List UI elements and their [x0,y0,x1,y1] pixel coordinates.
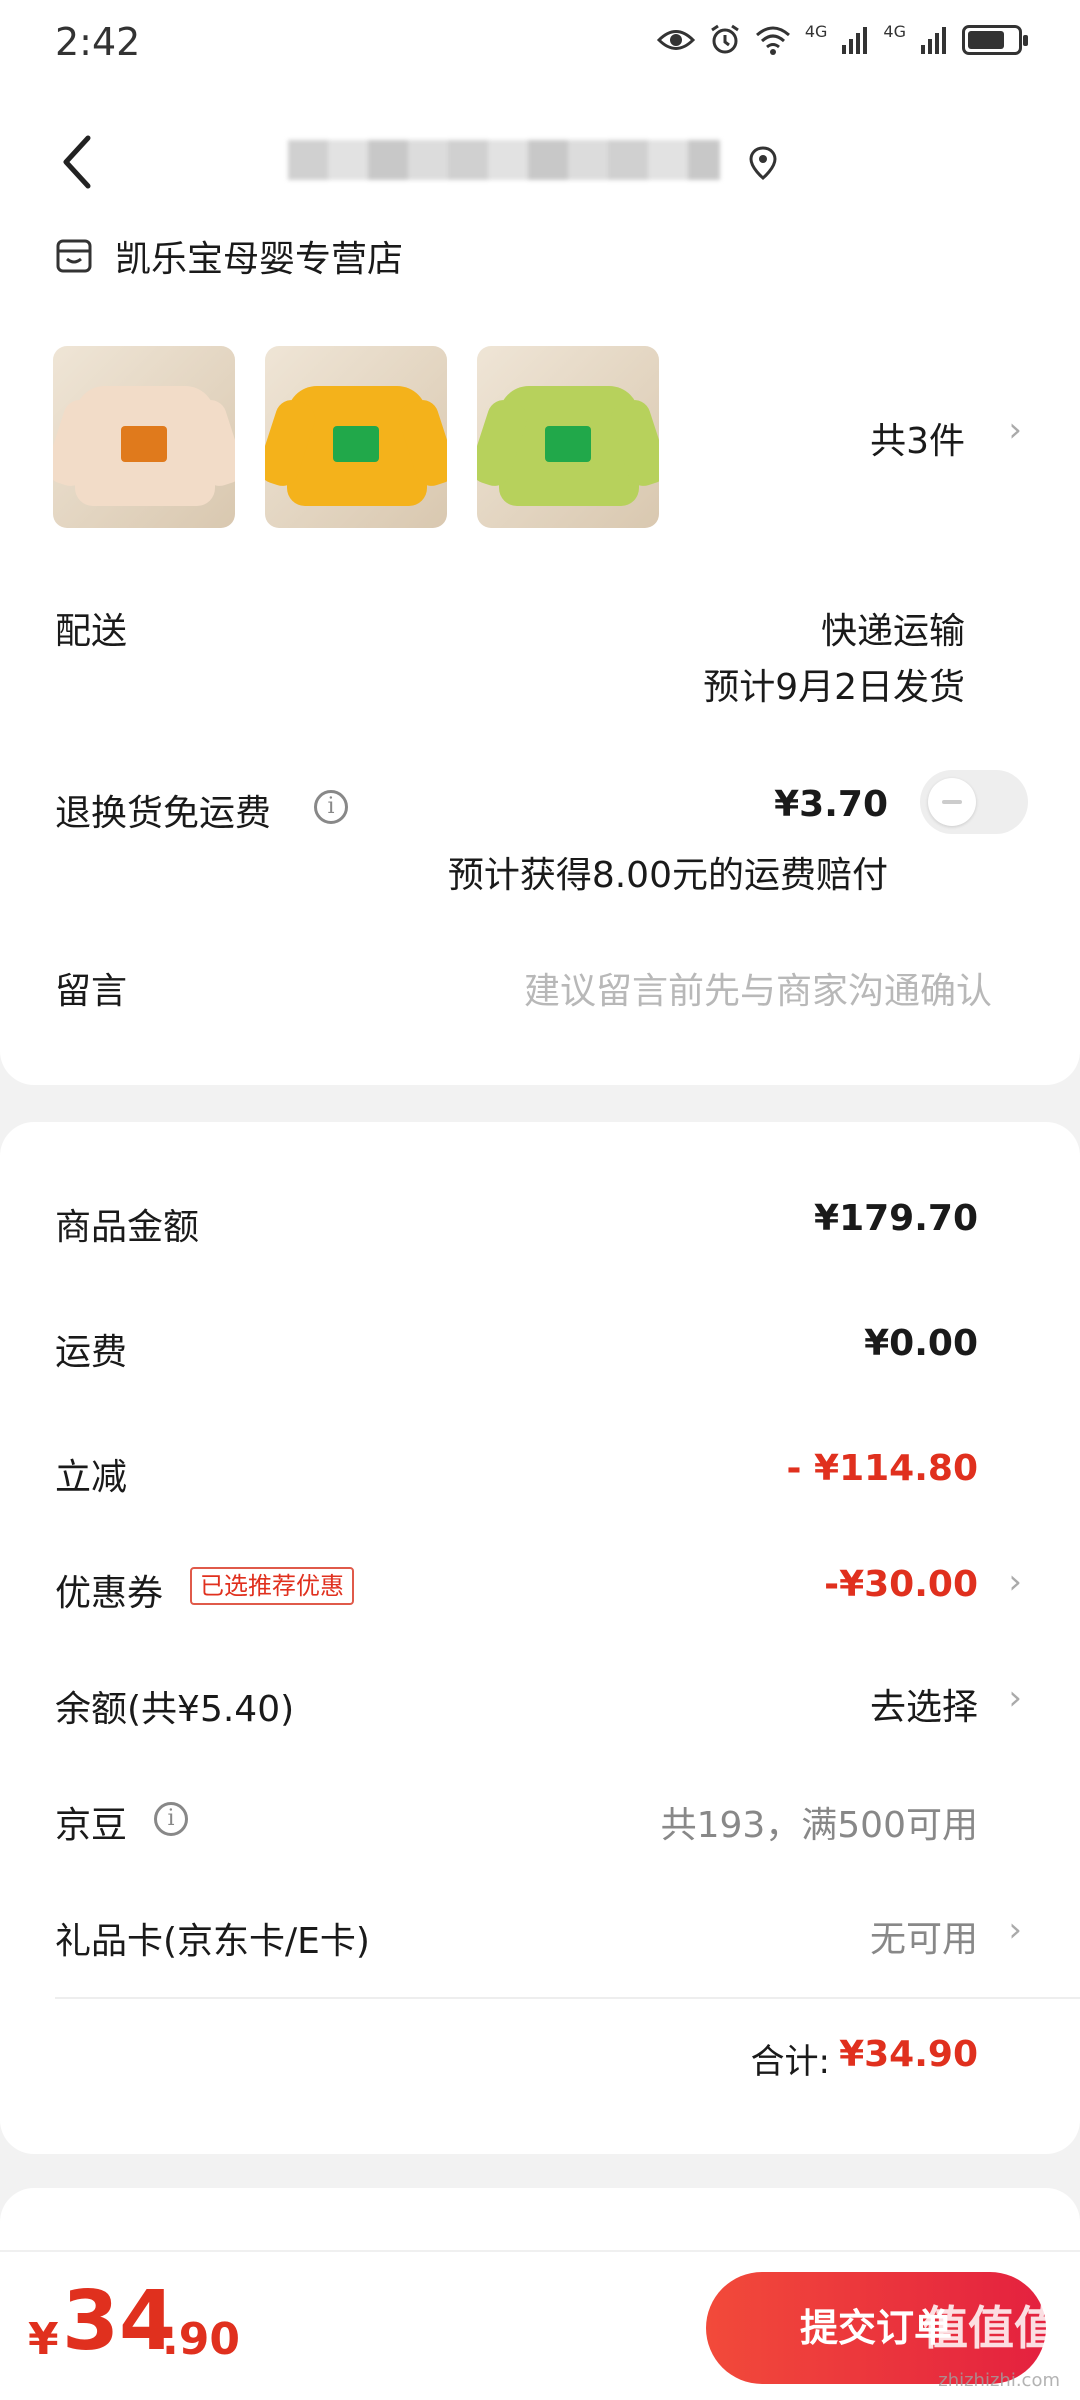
address-blurred[interactable] [288,140,720,180]
toggle-knob [928,778,976,826]
total-label: 合计: [750,2042,830,2082]
eye-icon [656,30,695,50]
instant-discount-value: - ¥114.80 [786,1448,978,1489]
location-pin-icon[interactable] [748,146,778,180]
alarm-icon [711,24,739,54]
bottom-action-bar: ¥ 34 .90 提交订单 值值值 zhizhizhi.com [0,2250,1080,2400]
price-summary-card: 商品金额 ¥179.70 运费 ¥0.00 立减 - ¥114.80 优惠券 已… [0,1122,1080,2154]
giftcard-label: 礼品卡(京东卡/E卡) [55,1921,370,1962]
total-price-decimal: .90 [162,2314,240,2365]
shirt-logo [545,426,591,462]
product-thumbnail[interactable] [477,346,659,528]
balance-label: 余额(共¥5.40) [55,1689,295,1730]
watermark-url: zhizhizhi.com [938,2370,1060,2391]
items-count[interactable]: 共3件 [870,412,965,464]
return-shipping-label: 退换货免运费 [55,793,272,834]
product-thumbnail[interactable] [265,346,447,528]
message-input[interactable]: 建议留言前先与商家沟通确认 [524,962,992,1014]
shirt-image [499,386,639,506]
shirt-image [75,386,215,506]
delivery-method: 快递运输 [820,611,965,652]
return-shipping-price: ¥3.70 [774,784,888,825]
chevron-right-icon[interactable]: › [1008,410,1022,450]
total-value: ¥34.90 [839,2034,978,2075]
network-label-2: 4G [883,22,906,41]
order-info-card: 凯乐宝母婴专营店 共3件 › 配送 快递运输 预计9月2日发货 退换货免运费 i… [0,90,1080,1085]
store-icon [56,239,92,273]
total-price-integer: 34 [62,2274,177,2369]
status-icons: 4G 4G [656,22,1028,56]
return-shipping-compensation: 预计获得8.00元的运费赔付 [447,855,888,896]
instant-discount-label: 立减 [55,1457,128,1498]
product-thumbnail[interactable] [53,346,235,528]
shipping-fee-label: 运费 [55,1332,128,1373]
product-thumbnails[interactable] [53,346,659,528]
battery-level [968,31,1004,49]
jingdou-label: 京豆 [55,1805,128,1846]
signal-icon [842,27,868,54]
network-label-1: 4G [804,22,828,41]
chevron-right-icon[interactable]: › [1008,1562,1022,1602]
return-shipping-toggle[interactable] [920,770,1028,834]
divider [55,1997,1080,1999]
coupon-value[interactable]: -¥30.00 [824,1564,978,1605]
status-bar: 2:42 4G 4G [0,0,1080,90]
shirt-image [287,386,427,506]
wifi-icon [755,26,790,55]
total-currency: ¥ [28,2314,59,2365]
shipping-fee-value: ¥0.00 [864,1323,978,1364]
balance-select-button[interactable]: 去选择 [870,1678,978,1730]
watermark: 值值值 [922,2301,1060,2355]
coupon-label: 优惠券 [55,1573,164,1614]
status-time: 2:42 [55,20,141,64]
message-label: 留言 [55,971,128,1012]
info-icon[interactable]: i [314,790,348,824]
goods-amount-label: 商品金额 [55,1207,200,1248]
chevron-right-icon[interactable]: › [1008,1678,1022,1718]
shirt-logo [121,426,167,462]
signal-icon [921,27,946,54]
store-row[interactable]: 凯乐宝母婴专营店 [55,230,403,282]
delivery-label: 配送 [55,611,128,652]
store-name: 凯乐宝母婴专营店 [115,239,404,280]
shirt-logo [333,426,379,462]
goods-amount-value: ¥179.70 [814,1198,978,1239]
giftcard-value[interactable]: 无可用 [870,1910,978,1962]
chevron-right-icon[interactable]: › [1008,1910,1022,1950]
delivery-estimate: 预计9月2日发货 [703,667,965,708]
jingdou-value: 共193，满500可用 [660,1805,978,1846]
coupon-selected-tag: 已选推荐优惠 [190,1567,354,1605]
info-icon[interactable]: i [154,1802,188,1836]
back-arrow-icon[interactable] [58,132,98,192]
battery-icon [962,25,1028,55]
